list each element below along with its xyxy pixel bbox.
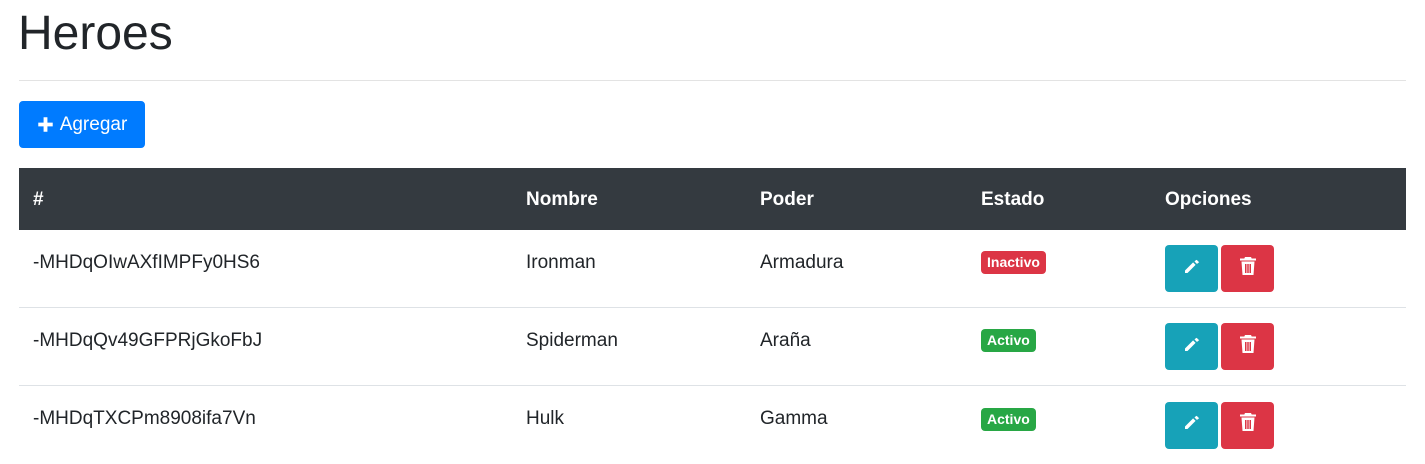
- page: Heroes Agregar # Nombre Poder Estado Opc…: [0, 0, 1425, 464]
- table-row: -MHDqOIwAXfIMPFy0HS6 Ironman Armadura In…: [19, 230, 1406, 308]
- page-title: Heroes: [18, 7, 173, 60]
- cell-nombre: Spiderman: [526, 329, 618, 351]
- edit-button[interactable]: [1165, 401, 1218, 449]
- cell-opciones: [1165, 230, 1274, 307]
- trash-icon: [1239, 256, 1257, 282]
- add-button[interactable]: Agregar: [19, 101, 145, 148]
- cell-opciones: [1165, 386, 1274, 464]
- cell-poder: Armadura: [760, 251, 844, 273]
- delete-button[interactable]: [1221, 245, 1274, 292]
- heroes-table: # Nombre Poder Estado Opciones -MHDqOIwA…: [19, 168, 1406, 464]
- cell-nombre: Hulk: [526, 408, 565, 429]
- cell-estado: Activo: [981, 302, 1036, 379]
- trash-icon: [1239, 334, 1257, 360]
- header-opciones: Opciones: [1165, 189, 1252, 210]
- pencil-icon: [1182, 334, 1202, 360]
- delete-button[interactable]: [1221, 401, 1274, 449]
- cell-nombre: Ironman: [526, 251, 596, 273]
- edit-button[interactable]: [1165, 245, 1218, 292]
- status-badge: Activo: [981, 329, 1036, 352]
- cell-estado: Inactivo: [981, 224, 1046, 301]
- status-badge: Inactivo: [981, 251, 1046, 274]
- add-button-label: Agregar: [59, 113, 128, 135]
- header-nombre: Nombre: [526, 189, 598, 210]
- header-estado: Estado: [981, 189, 1045, 210]
- delete-button[interactable]: [1221, 323, 1274, 370]
- cell-id: -MHDqTXCPm8908ifa7Vn: [33, 408, 256, 429]
- table-row: -MHDqQv49GFPRjGkoFbJ Spiderman Araña Act…: [19, 308, 1406, 386]
- cell-poder: Araña: [760, 329, 811, 351]
- cell-poder: Gamma: [760, 408, 828, 429]
- status-badge: Activo: [981, 407, 1036, 431]
- header-id: #: [33, 189, 44, 210]
- cell-id: -MHDqOIwAXfIMPFy0HS6: [33, 251, 260, 273]
- trash-icon: [1239, 412, 1257, 438]
- edit-button[interactable]: [1165, 323, 1218, 370]
- table-row: -MHDqTXCPm8908ifa7Vn Hulk Gamma Activo: [19, 386, 1406, 464]
- divider: [19, 80, 1406, 81]
- pencil-icon: [1182, 256, 1202, 282]
- cell-estado: Activo: [981, 380, 1036, 458]
- table-header: # Nombre Poder Estado Opciones: [19, 168, 1406, 230]
- cell-opciones: [1165, 308, 1274, 385]
- pencil-icon: [1182, 412, 1202, 438]
- cell-id: -MHDqQv49GFPRjGkoFbJ: [33, 329, 263, 351]
- plus-icon: [37, 116, 54, 133]
- header-poder: Poder: [760, 189, 814, 210]
